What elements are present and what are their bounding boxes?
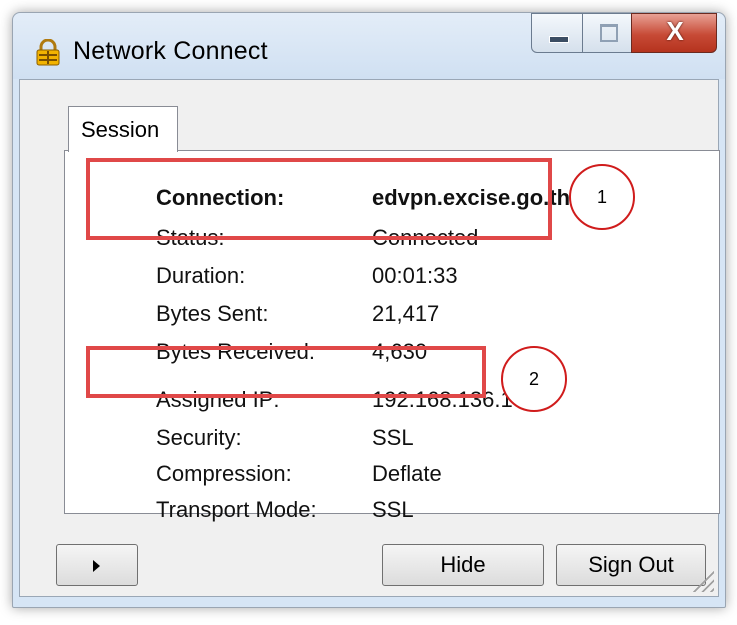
info-value: SSL	[372, 425, 414, 450]
tab-session[interactable]: Session	[68, 106, 178, 152]
info-value: 21,417	[372, 301, 440, 326]
info-value: 00:01:33	[372, 263, 458, 288]
padlock-network-icon	[36, 39, 60, 66]
sign-out-button[interactable]: Sign Out	[556, 544, 706, 586]
highlight-box-assigned-ip	[86, 346, 486, 398]
info-label: Duration:	[156, 263, 246, 288]
info-row-bytes-sent: Bytes Sent: 21,417	[156, 297, 656, 337]
info-value: SSL	[372, 497, 414, 522]
triangle-right-icon	[93, 560, 100, 572]
close-icon: X	[666, 16, 684, 46]
info-label: Security:	[156, 425, 242, 450]
info-label: Compression:	[156, 461, 292, 486]
info-label: Bytes Sent:	[156, 301, 269, 326]
callout-2: 2	[501, 346, 567, 412]
title-bar[interactable]: Network Connect X	[13, 13, 725, 79]
maximize-button[interactable]	[582, 13, 632, 53]
maximize-icon	[600, 24, 618, 42]
expand-button[interactable]	[56, 544, 138, 586]
info-label: Transport Mode:	[156, 497, 317, 522]
hide-button[interactable]: Hide	[382, 544, 544, 586]
window-title: Network Connect	[73, 37, 268, 65]
callout-1: 1	[569, 164, 635, 230]
network-connect-window: Network Connect X Session Connection: ed…	[12, 12, 726, 608]
close-button[interactable]: X	[631, 13, 717, 53]
info-row-transport-mode: Transport Mode: SSL	[156, 493, 656, 533]
info-row-duration: Duration: 00:01:33	[156, 259, 656, 299]
minimize-button[interactable]	[531, 13, 583, 53]
client-area: Session Connection: edvpn.excise.go.th S…	[19, 79, 720, 597]
minimize-icon	[549, 36, 569, 43]
info-row-compression: Compression: Deflate	[156, 457, 656, 497]
highlight-box-connection	[86, 158, 552, 240]
info-value: Deflate	[372, 461, 442, 486]
info-row-security: Security: SSL	[156, 421, 656, 461]
